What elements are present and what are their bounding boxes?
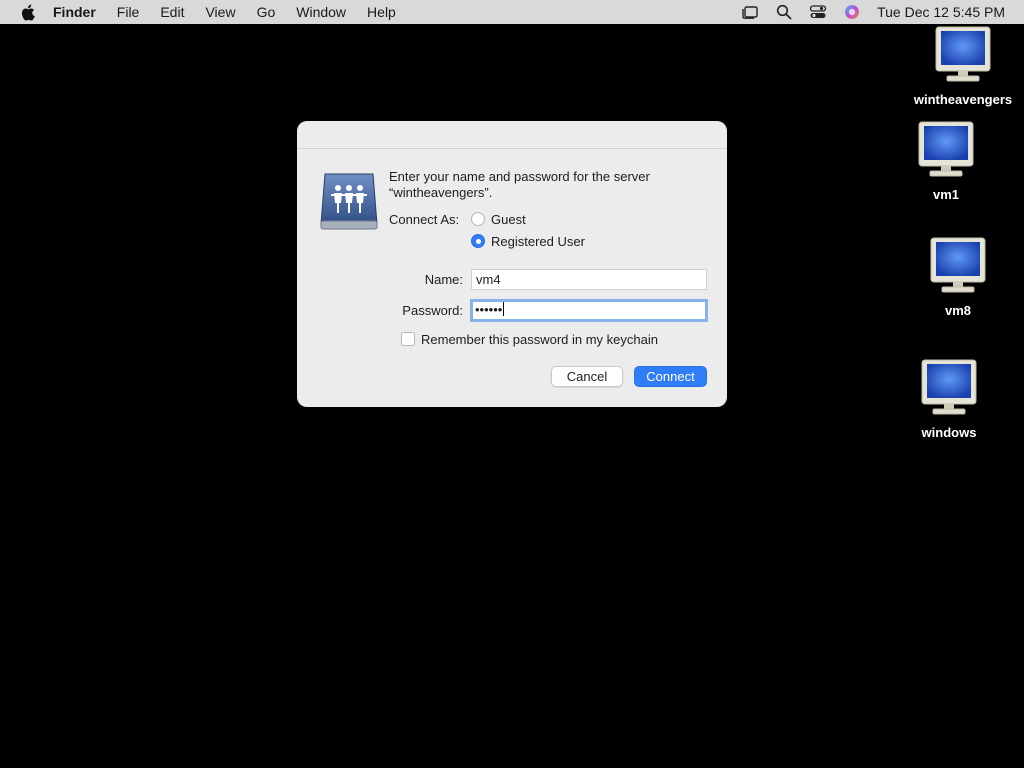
guest-radio-label[interactable]: Guest [491,212,526,227]
remember-password-checkbox[interactable] [401,332,415,346]
desktop-item-label: windows [921,425,977,440]
desktop-item-windows[interactable]: windows [894,359,1004,440]
registered-user-radio[interactable] [471,234,485,248]
name-field-value: vm4 [476,272,501,287]
menu-bar-status-area: Tue Dec 12 5:45 PM [741,0,1024,24]
dialog-titlebar[interactable] [297,121,727,149]
desktop-item-label: wintheavengers [913,92,1013,107]
stage-manager-icon[interactable] [741,3,759,21]
spotlight-search-icon[interactable] [775,3,793,21]
menu-view[interactable]: View [205,4,235,20]
desktop-item-vm1[interactable]: vm1 [891,121,1001,202]
siri-icon[interactable] [843,3,861,21]
password-field[interactable]: •••••• [470,299,708,322]
menu-help[interactable]: Help [367,4,396,20]
connect-as-label: Connect As: [389,212,460,227]
monitor-icon [935,26,991,82]
desktop-item-wintheavengers[interactable]: wintheavengers [908,26,1018,107]
menu-edit[interactable]: Edit [160,4,184,20]
name-field[interactable]: vm4 [471,269,707,290]
registered-user-radio-label[interactable]: Registered User [491,234,585,249]
remember-password-label[interactable]: Remember this password in my keychain [421,332,658,347]
name-label: Name: [424,272,463,287]
connect-button[interactable]: Connect [634,366,707,387]
control-center-icon[interactable] [809,3,827,21]
menu-bar: Finder File Edit View Go Window Help Tue… [0,0,1024,24]
menu-go[interactable]: Go [257,4,276,20]
password-label: Password: [402,303,463,318]
guest-radio[interactable] [471,212,485,226]
menu-file[interactable]: File [117,4,140,20]
monitor-icon [921,359,977,415]
shared-server-icon [319,171,379,233]
password-field-value: •••••• [475,302,503,317]
menu-window[interactable]: Window [296,4,346,20]
dialog-prompt: Enter your name and password for the ser… [389,169,650,200]
monitor-icon [930,237,986,293]
text-caret [503,302,505,316]
apple-menu-icon[interactable] [17,2,37,22]
desktop-item-label: vm8 [944,303,972,318]
menu-bar-clock[interactable]: Tue Dec 12 5:45 PM [877,4,1005,20]
desktop-item-vm8[interactable]: vm8 [903,237,1013,318]
monitor-icon [918,121,974,177]
desktop-item-label: vm1 [932,187,960,202]
server-login-dialog: Enter your name and password for the ser… [297,121,727,407]
menu-finder[interactable]: Finder [53,4,96,20]
cancel-button[interactable]: Cancel [551,366,623,387]
